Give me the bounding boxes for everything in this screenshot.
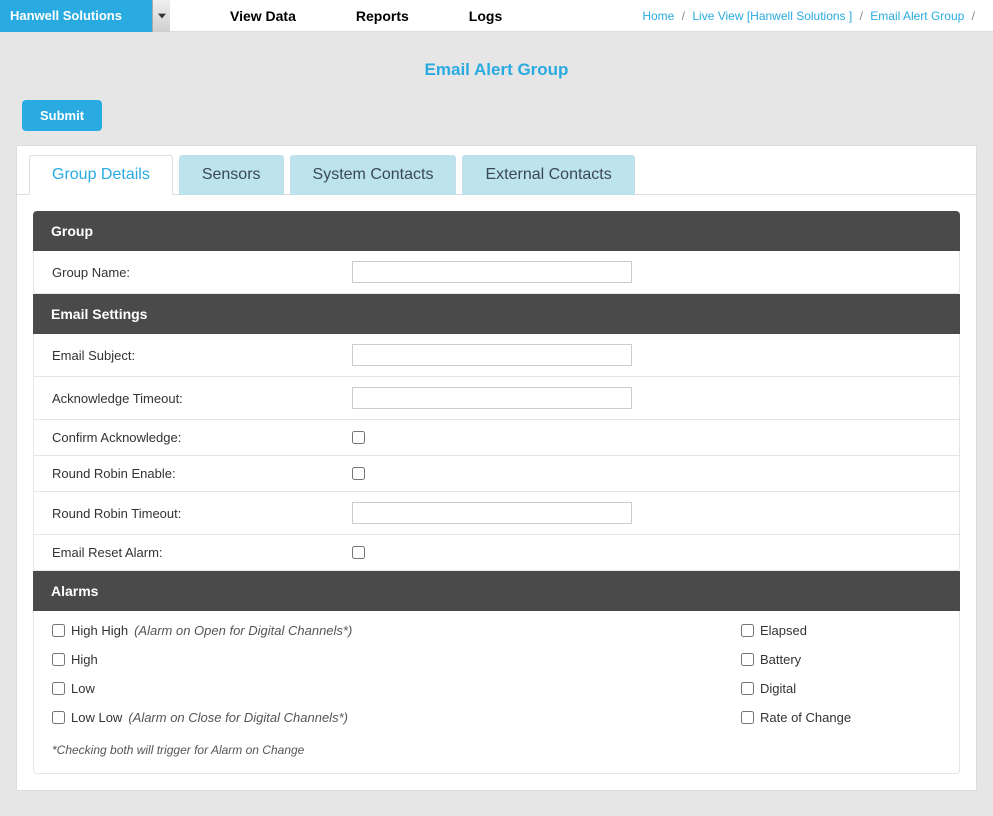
label-rate: Rate of Change: [760, 710, 851, 725]
breadcrumb-sep: /: [972, 9, 975, 23]
row-email-reset-alarm: Email Reset Alarm:: [33, 535, 960, 571]
checkbox-confirm-ack[interactable]: [352, 431, 365, 444]
alarm-high-high: High High (Alarm on Open for Digital Cha…: [52, 623, 352, 638]
label-battery: Battery: [760, 652, 801, 667]
label-email-reset-alarm: Email Reset Alarm:: [52, 545, 352, 560]
section-header-email: Email Settings: [33, 294, 960, 334]
checkbox-round-robin-enable[interactable]: [352, 467, 365, 480]
tabs: Group Details Sensors System Contacts Ex…: [17, 146, 976, 195]
breadcrumb-sep: /: [682, 9, 685, 23]
submit-button[interactable]: Submit: [22, 100, 102, 131]
label-low-low: Low Low: [71, 710, 122, 725]
brand-label: Hanwell Solutions: [10, 8, 122, 23]
tab-group-details[interactable]: Group Details: [29, 155, 173, 195]
checkbox-elapsed[interactable]: [741, 624, 754, 637]
label-confirm-ack: Confirm Acknowledge:: [52, 430, 352, 445]
label-group-name: Group Name:: [52, 265, 352, 280]
top-bar: Hanwell Solutions View Data Reports Logs…: [0, 0, 993, 32]
label-low: Low: [71, 681, 95, 696]
section-group: Group Group Name:: [33, 211, 960, 294]
tab-external-contacts[interactable]: External Contacts: [462, 155, 634, 195]
submit-row: Submit: [0, 100, 993, 145]
alarm-low: Low: [52, 681, 352, 696]
breadcrumb: Home / Live View [Hanwell Solutions ] / …: [642, 9, 993, 23]
checkbox-low-low[interactable]: [52, 711, 65, 724]
page-title: Email Alert Group: [0, 32, 993, 100]
checkbox-rate[interactable]: [741, 711, 754, 724]
alarms-col-right: Elapsed Battery Digital Rate of Cha: [741, 623, 941, 725]
input-group-name[interactable]: [352, 261, 632, 283]
checkbox-email-reset-alarm[interactable]: [352, 546, 365, 559]
breadcrumb-live-view[interactable]: Live View [Hanwell Solutions ]: [692, 9, 852, 23]
label-elapsed: Elapsed: [760, 623, 807, 638]
breadcrumb-home[interactable]: Home: [642, 9, 674, 23]
input-ack-timeout[interactable]: [352, 387, 632, 409]
alarms-col-left: High High (Alarm on Open for Digital Cha…: [52, 623, 352, 725]
row-round-robin-timeout: Round Robin Timeout:: [33, 492, 960, 535]
row-ack-timeout: Acknowledge Timeout:: [33, 377, 960, 420]
nav-reports[interactable]: Reports: [326, 0, 439, 32]
alarm-elapsed: Elapsed: [741, 623, 941, 638]
breadcrumb-sep: /: [860, 9, 863, 23]
checkbox-battery[interactable]: [741, 653, 754, 666]
label-high: High: [71, 652, 98, 667]
section-email-settings: Email Settings Email Subject: Acknowledg…: [33, 294, 960, 571]
label-high-high: High High: [71, 623, 128, 638]
checkbox-high-high[interactable]: [52, 624, 65, 637]
label-digital: Digital: [760, 681, 796, 696]
label-round-robin-timeout: Round Robin Timeout:: [52, 506, 352, 521]
label-email-subject: Email Subject:: [52, 348, 352, 363]
hint-high-high: (Alarm on Open for Digital Channels*): [134, 623, 352, 638]
row-confirm-ack: Confirm Acknowledge:: [33, 420, 960, 456]
top-nav: View Data Reports Logs: [200, 0, 532, 32]
row-group-name: Group Name:: [33, 251, 960, 294]
label-ack-timeout: Acknowledge Timeout:: [52, 391, 352, 406]
tab-system-contacts[interactable]: System Contacts: [290, 155, 457, 195]
brand-dropdown[interactable]: Hanwell Solutions: [0, 0, 170, 32]
alarm-high: High: [52, 652, 352, 667]
alarm-rate: Rate of Change: [741, 710, 941, 725]
section-header-alarms: Alarms: [33, 571, 960, 611]
input-email-subject[interactable]: [352, 344, 632, 366]
breadcrumb-current[interactable]: Email Alert Group: [870, 9, 964, 23]
label-round-robin-enable: Round Robin Enable:: [52, 466, 352, 481]
nav-view-data[interactable]: View Data: [200, 0, 326, 32]
alarms-body: High High (Alarm on Open for Digital Cha…: [33, 611, 960, 774]
nav-logs[interactable]: Logs: [439, 0, 532, 32]
alarm-battery: Battery: [741, 652, 941, 667]
row-round-robin-enable: Round Robin Enable:: [33, 456, 960, 492]
checkbox-low[interactable]: [52, 682, 65, 695]
alarms-grid: High High (Alarm on Open for Digital Cha…: [52, 623, 941, 725]
alarm-note: *Checking both will trigger for Alarm on…: [52, 743, 941, 757]
chevron-down-icon[interactable]: [152, 0, 170, 32]
alarm-low-low: Low Low (Alarm on Close for Digital Chan…: [52, 710, 352, 725]
section-alarms: Alarms High High (Alarm on Open for Digi…: [33, 571, 960, 774]
alarm-digital: Digital: [741, 681, 941, 696]
main-panel: Group Details Sensors System Contacts Ex…: [16, 145, 977, 791]
checkbox-high[interactable]: [52, 653, 65, 666]
hint-low-low: (Alarm on Close for Digital Channels*): [128, 710, 348, 725]
tab-content: Group Group Name: Email Settings Email S…: [17, 195, 976, 790]
input-round-robin-timeout[interactable]: [352, 502, 632, 524]
row-email-subject: Email Subject:: [33, 334, 960, 377]
section-header-group: Group: [33, 211, 960, 251]
tab-sensors[interactable]: Sensors: [179, 155, 284, 195]
checkbox-digital[interactable]: [741, 682, 754, 695]
